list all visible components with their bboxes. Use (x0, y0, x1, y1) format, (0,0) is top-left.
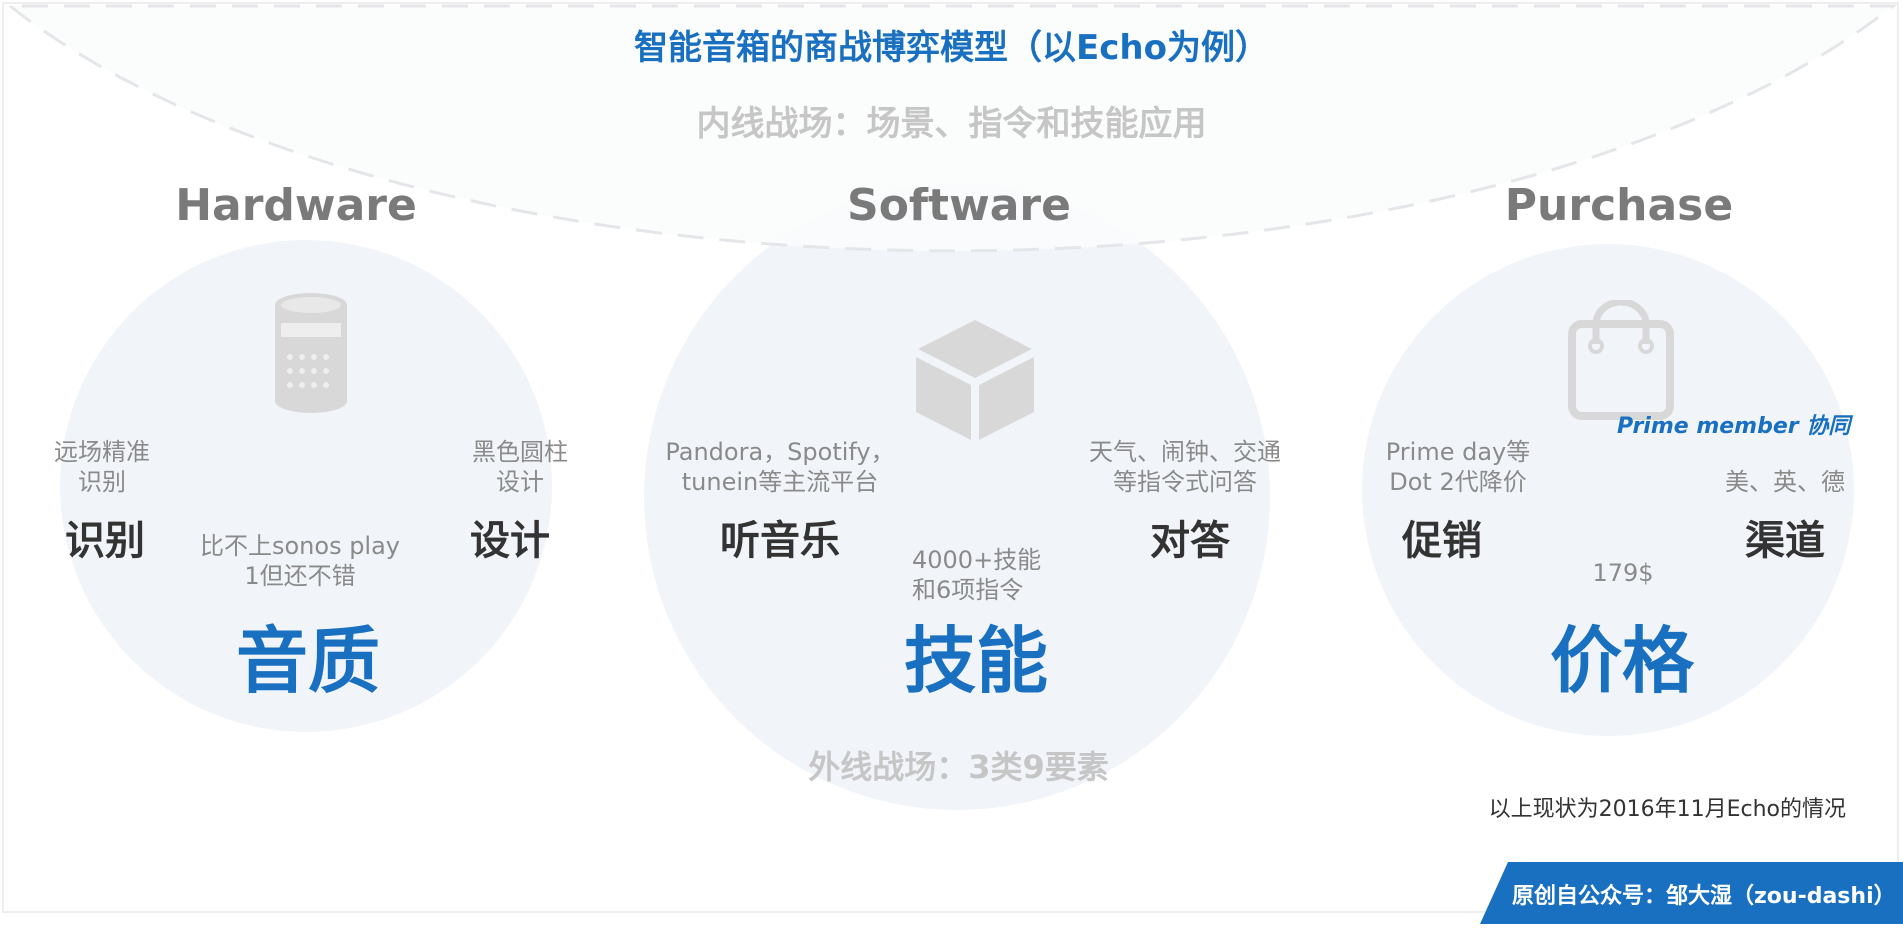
source-ribbon (1480, 862, 1903, 924)
source-credit: 原创自公众号：邹大湿（zou-dashi） (1512, 884, 1896, 909)
diagram-canvas: 智能音箱的商战博弈模型（以Echo为例） 内线战场：场景、指令和技能应用 Har… (0, 0, 1903, 944)
